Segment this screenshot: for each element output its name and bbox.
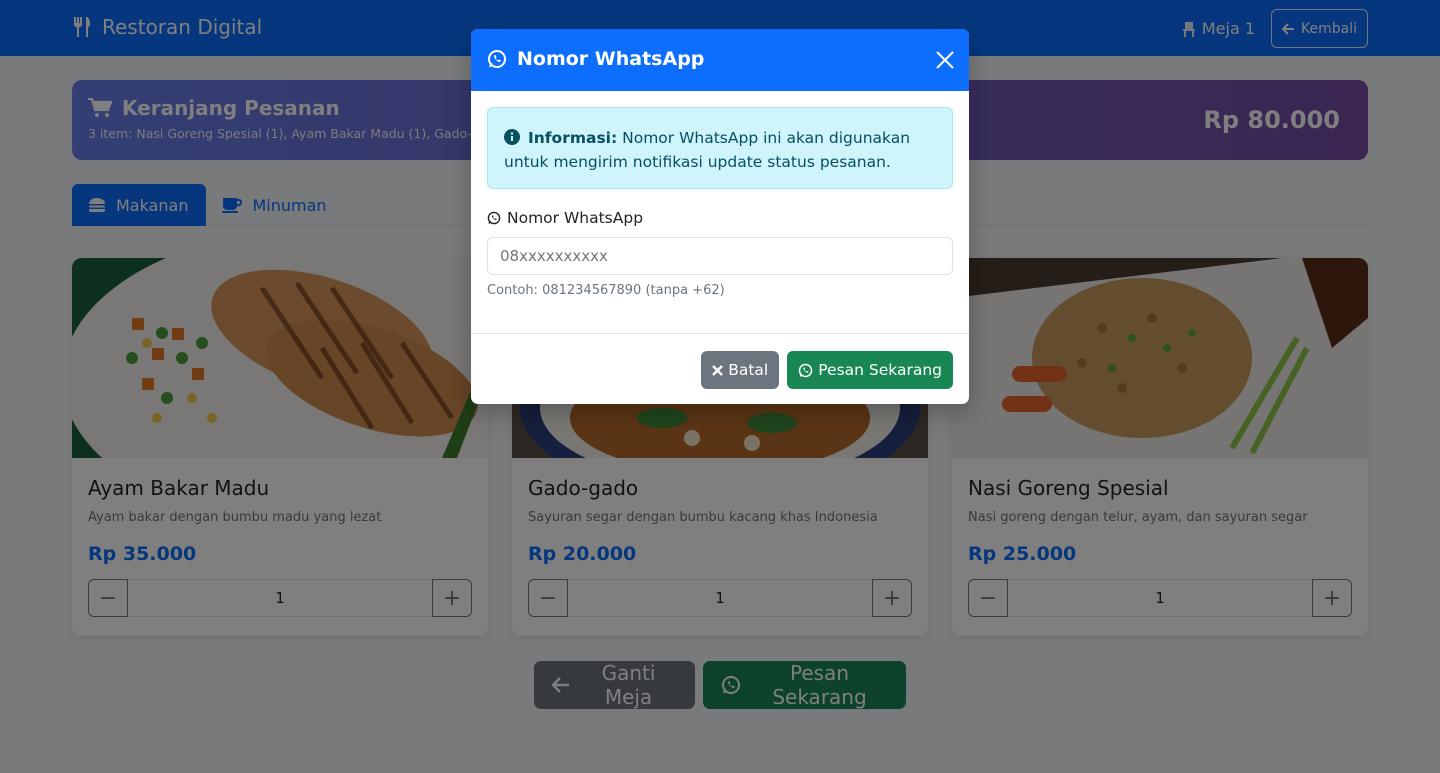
modal-footer: Batal Pesan Sekarang xyxy=(471,333,969,404)
whatsapp-modal: Nomor WhatsApp Informasi: Nomor WhatsApp… xyxy=(471,29,969,404)
modal-title-text: Nomor WhatsApp xyxy=(517,48,705,70)
whatsapp-icon xyxy=(487,49,507,69)
whatsapp-icon xyxy=(798,363,813,378)
submit-order-button[interactable]: Pesan Sekarang xyxy=(787,351,953,389)
modal-title: Nomor WhatsApp xyxy=(487,48,704,70)
submit-label: Pesan Sekarang xyxy=(818,361,942,379)
info-circle-icon xyxy=(504,129,520,145)
modal-header: Nomor WhatsApp xyxy=(471,29,969,91)
info-alert: Informasi: Nomor WhatsApp ini akan digun… xyxy=(487,107,953,189)
close-button[interactable] xyxy=(935,50,955,70)
field-label-text: Nomor WhatsApp xyxy=(507,209,644,227)
cancel-label: Batal xyxy=(728,361,769,379)
whatsapp-icon xyxy=(487,211,501,225)
field-label: Nomor WhatsApp xyxy=(487,209,953,227)
info-label: Informasi: xyxy=(528,129,618,147)
whatsapp-number-input[interactable] xyxy=(487,237,953,275)
field-help: Contoh: 081234567890 (tanpa +62) xyxy=(487,283,725,298)
close-icon xyxy=(712,364,724,376)
close-icon xyxy=(935,51,955,73)
cancel-button[interactable]: Batal xyxy=(701,351,780,389)
